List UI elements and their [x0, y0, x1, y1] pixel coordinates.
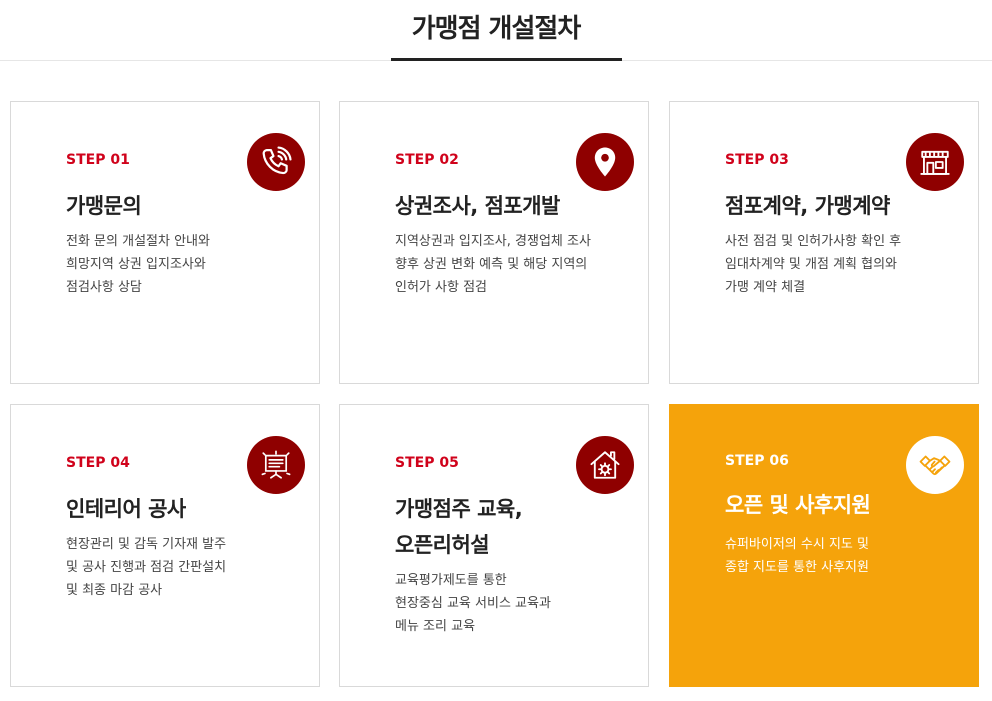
storefront-icon — [906, 133, 964, 191]
step-card-06: STEP 06 오픈 및 사후지원 슈퍼바이저의 수시 지도 및 종합 지도를 … — [669, 404, 979, 687]
step-description: 사전 점검 및 인허가사항 확인 후 임대차계약 및 개점 계획 협의와 가맹 … — [725, 234, 902, 295]
step-title: 가맹문의 — [66, 194, 142, 218]
step-label: STEP 02 — [395, 152, 459, 168]
step-description: 교육평가제도를 통한 현장중심 교육 서비스 교육과 메뉴 조리 교육 — [395, 573, 551, 634]
step-label: STEP 04 — [66, 455, 130, 471]
step-title: 상권조사, 점포개발 — [395, 194, 560, 218]
step-card-05: STEP 05 가맹점주 교육, 오픈리허설 교육평가제도를 통한 현장중심 교… — [339, 404, 649, 687]
step-label: STEP 03 — [725, 152, 789, 168]
step-card-02: STEP 02 상권조사, 점포개발 지역상권과 입지조사, 경쟁업체 조사 향… — [339, 101, 649, 384]
signboard-icon — [247, 436, 305, 494]
step-description: 전화 문의 개설절차 안내와 희망지역 상권 입지조사와 점검사항 상담 — [66, 234, 210, 295]
step-card-03: STEP 03 점포계약, 가맹계약 사전 점검 및 인허가사항 확인 후 임대… — [669, 101, 979, 384]
step-label: STEP 01 — [66, 152, 130, 168]
step-label: STEP 06 — [725, 453, 789, 469]
step-description: 슈퍼바이저의 수시 지도 및 종합 지도를 통한 사후지원 — [725, 537, 869, 575]
step-description: 지역상권과 입지조사, 경쟁업체 조사 향후 상권 변화 예측 및 해당 지역의… — [395, 234, 591, 295]
step-description: 현장관리 및 감독 기자재 발주 및 공사 진행과 점검 간판설치 및 최종 마… — [66, 537, 227, 598]
step-label: STEP 05 — [395, 455, 459, 471]
page-title: 가맹점 개설절차 — [411, 14, 582, 44]
step-card-01: STEP 01 가맹문의 전화 문의 개설절차 안내와 희망지역 상권 입지조사… — [10, 101, 320, 384]
handshake-icon — [906, 436, 964, 494]
step-card-04: STEP 04 인테리어 공사 현장관리 및 감독 기자재 발주 및 공사 진행… — [10, 404, 320, 687]
step-title: 인테리어 공사 — [66, 497, 186, 521]
title-underline — [391, 58, 622, 61]
step-title: 점포계약, 가맹계약 — [725, 194, 890, 218]
page-header: 가맹점 개설절차 — [0, 0, 992, 61]
location-pin-icon — [576, 133, 634, 191]
step-title: 가맹점주 교육, 오픈리허설 — [395, 497, 523, 557]
house-gear-icon — [576, 436, 634, 494]
phone-icon — [247, 133, 305, 191]
